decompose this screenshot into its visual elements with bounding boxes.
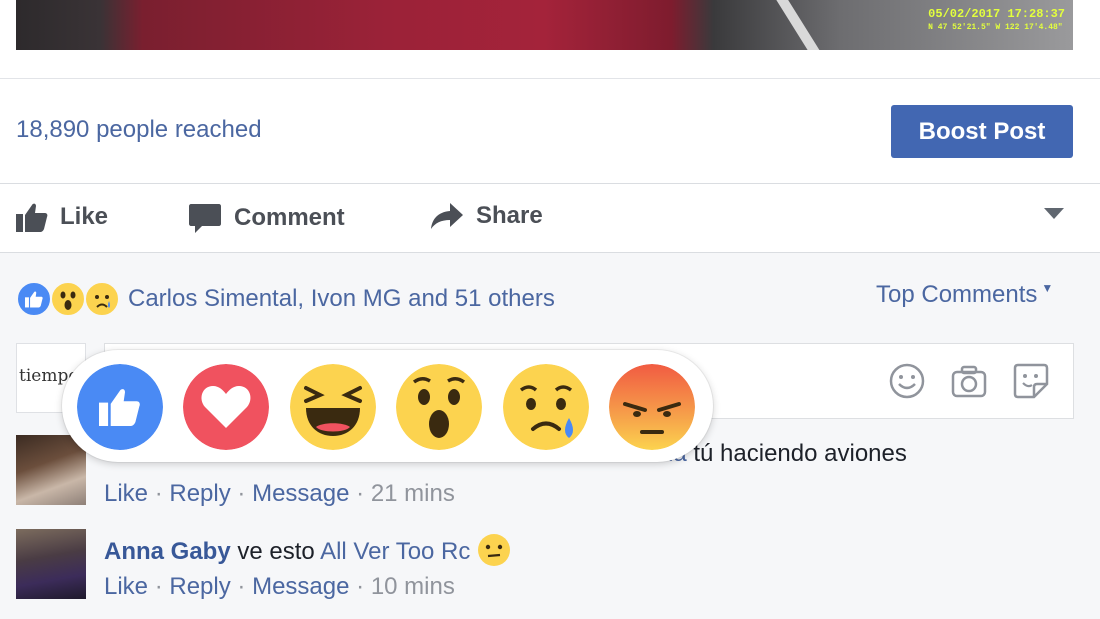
- comment-reply-link[interactable]: Reply: [169, 480, 230, 507]
- haha-reaction-button[interactable]: [290, 364, 376, 450]
- commenter-avatar[interactable]: [16, 529, 86, 599]
- wow-reaction-button[interactable]: [396, 364, 482, 450]
- comment-label: Comment: [234, 204, 345, 231]
- comment-bubble-icon: [189, 204, 221, 233]
- like-button[interactable]: Like: [16, 202, 108, 232]
- like-reaction-button[interactable]: [77, 364, 163, 450]
- comment-actions: Like · Reply · Message · 21 mins: [104, 480, 455, 508]
- commenter-name[interactable]: Anna Gaby: [104, 538, 231, 565]
- comment-text: Anna Gaby ve esto All Ver Too Rc: [104, 533, 511, 567]
- comment-body: ve esto: [230, 538, 321, 565]
- caret-down-icon: ▼: [1041, 281, 1054, 295]
- angry-reaction-button[interactable]: [609, 364, 695, 450]
- thumbs-up-icon: [16, 203, 48, 232]
- sad-reaction-icon: [84, 281, 120, 317]
- comment-like-link[interactable]: Like: [104, 480, 148, 507]
- share-button[interactable]: Share: [430, 202, 543, 230]
- comment-button[interactable]: Comment: [188, 202, 345, 234]
- separator: ·: [356, 573, 365, 600]
- love-reaction-button[interactable]: [183, 364, 269, 450]
- comment-mention[interactable]: All Ver Too Rc: [320, 538, 470, 565]
- wow-reaction-icon: [50, 281, 86, 317]
- timestamp-text: 05/02/2017 17:28:37: [928, 7, 1065, 21]
- sticker-icon[interactable]: [1012, 362, 1050, 400]
- comment-message-link[interactable]: Message: [252, 573, 349, 600]
- comment-body: tú haciendo aviones: [686, 440, 907, 467]
- like-label: Like: [60, 203, 109, 230]
- comment-timestamp[interactable]: 21 mins: [371, 480, 455, 507]
- photo-timestamp: 05/02/2017 17:28:37 N 47 52'21.5" W 122 …: [928, 8, 1065, 34]
- comment-like-link[interactable]: Like: [104, 573, 148, 600]
- emoji-icon[interactable]: [888, 362, 926, 400]
- separator: ·: [356, 480, 365, 507]
- comment-actions: Like · Reply · Message · 10 mins: [104, 573, 455, 601]
- boost-post-button[interactable]: Boost Post: [891, 105, 1073, 158]
- share-arrow-icon: [431, 203, 463, 229]
- neutral-face-emoji-icon: [478, 534, 511, 566]
- post-photo[interactable]: 05/02/2017 17:28:37 N 47 52'21.5" W 122 …: [16, 0, 1073, 50]
- camera-icon[interactable]: [950, 362, 988, 400]
- reactors-names[interactable]: Carlos Simental, Ivon MG and 51 others: [128, 285, 555, 313]
- commenter-avatar[interactable]: [16, 435, 86, 505]
- post-action-bar: Like Comment Share: [0, 184, 1100, 252]
- share-label: Share: [476, 202, 543, 229]
- road-line: [770, 0, 832, 50]
- coords-text: N 47 52'21.5" W 122 17'4.48": [928, 23, 1063, 32]
- like-reaction-icon: [16, 281, 52, 317]
- top-comments-dropdown[interactable]: Top Comments ▼: [876, 281, 1053, 309]
- separator: ·: [237, 480, 246, 507]
- separator: ·: [154, 480, 163, 507]
- comment-reply-link[interactable]: Reply: [169, 573, 230, 600]
- people-reached-link[interactable]: 18,890 people reached: [16, 116, 262, 144]
- divider: [0, 78, 1100, 79]
- separator: ·: [237, 573, 246, 600]
- sad-reaction-button[interactable]: [503, 364, 589, 450]
- separator: ·: [154, 573, 163, 600]
- comment-timestamp[interactable]: 10 mins: [371, 573, 455, 600]
- reactions-summary[interactable]: Carlos Simental, Ivon MG and 51 others: [16, 281, 555, 317]
- top-comments-label: Top Comments: [876, 281, 1038, 308]
- comment-message-link[interactable]: Message: [252, 480, 349, 507]
- chevron-down-icon[interactable]: [1044, 208, 1064, 220]
